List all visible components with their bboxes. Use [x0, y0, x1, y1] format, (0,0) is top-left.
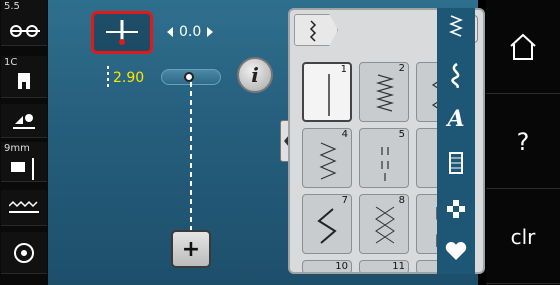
- stitch-length-marker: [107, 66, 109, 88]
- bobbin-thread-icon: [13, 114, 35, 129]
- decrease-position-icon[interactable]: [167, 27, 173, 37]
- basting-stitch-icon: [381, 147, 389, 181]
- bobbin-button[interactable]: [1, 232, 47, 274]
- home-button[interactable]: [486, 0, 560, 94]
- clear-button[interactable]: clr: [486, 190, 560, 284]
- bobbin-thread-button[interactable]: [1, 104, 47, 138]
- needle-position-icon: [106, 20, 138, 45]
- zigzag-stitch-icon: [375, 74, 395, 112]
- crossed-stitch-icon: [375, 206, 395, 244]
- needle-size-label: 9mm: [4, 143, 30, 154]
- system-bar: ? clr: [486, 0, 560, 285]
- personal-program-button[interactable]: [441, 236, 471, 266]
- stitch-cell[interactable]: 4: [302, 128, 352, 188]
- decorative-stitches-icon: [451, 62, 460, 88]
- practical-stitches-icon: [448, 15, 464, 37]
- upper-thread-value: 5.5: [4, 1, 20, 12]
- needle-position-control: 0.0: [167, 24, 214, 40]
- stitch-cell[interactable]: 10: [302, 260, 352, 272]
- practical-stitches-button[interactable]: [441, 12, 471, 42]
- bobbin-icon: [14, 243, 34, 263]
- left-toolbar: 5.5 1C 9mm: [0, 0, 48, 285]
- add-button[interactable]: +: [171, 230, 211, 268]
- needle-position-value: 0.0: [179, 24, 202, 40]
- quilt-stitches-icon: [447, 200, 465, 218]
- quilt-stitches-button[interactable]: [441, 194, 471, 224]
- presser-foot-icon: [18, 73, 30, 89]
- stitch-cell[interactable]: 1: [302, 62, 352, 122]
- presser-foot-button[interactable]: 1C: [1, 56, 47, 98]
- stitch-cell[interactable]: 5: [359, 128, 409, 188]
- needle-stitch-plate-icon: [11, 158, 34, 180]
- info-button[interactable]: i: [237, 57, 273, 93]
- upper-thread-tension-button[interactable]: 5.5: [1, 0, 47, 46]
- sewing-panel: 0.0 2.90 i + 1 2 4 5 7 8 10 11 A: [48, 0, 485, 285]
- stitch-width-knob[interactable]: [184, 72, 194, 82]
- feed-dog-button[interactable]: [1, 190, 47, 226]
- increase-position-icon[interactable]: [207, 27, 214, 37]
- stitch-number: 10: [335, 261, 348, 272]
- stitch-cell[interactable]: 8: [359, 194, 409, 254]
- presser-foot-label: 1C: [4, 57, 18, 68]
- stitch-length-value: 2.90: [113, 70, 145, 86]
- help-button[interactable]: ?: [486, 95, 560, 189]
- stitch-cell[interactable]: 7: [302, 194, 352, 254]
- needle-position-button[interactable]: [91, 11, 153, 54]
- stitch-number: 11: [392, 261, 405, 272]
- decorative-stitches-button[interactable]: [441, 60, 471, 90]
- needle-stitch-plate-button[interactable]: 9mm: [1, 142, 47, 182]
- upper-thread-tension-icon: [10, 25, 40, 37]
- straight-stitch-icon: [328, 74, 330, 116]
- stitch-category-rail: A: [437, 8, 475, 274]
- seam-preview-line: [190, 82, 192, 232]
- large-zigzag-stitch-icon: [317, 208, 337, 244]
- buttonholes-button[interactable]: [441, 148, 471, 178]
- practical-stitch-tab-icon: [309, 20, 317, 42]
- home-icon: [510, 33, 536, 60]
- stitch-cell[interactable]: 2: [359, 62, 409, 122]
- heart-icon: [445, 242, 467, 260]
- wave-stitch-icon: [319, 142, 337, 180]
- stitch-cell[interactable]: 11: [359, 260, 409, 272]
- feed-dog-icon: [9, 200, 39, 213]
- buttonholes-icon: [449, 152, 463, 174]
- stitch-category-tab[interactable]: [294, 14, 338, 46]
- alphabets-button[interactable]: A: [441, 104, 471, 134]
